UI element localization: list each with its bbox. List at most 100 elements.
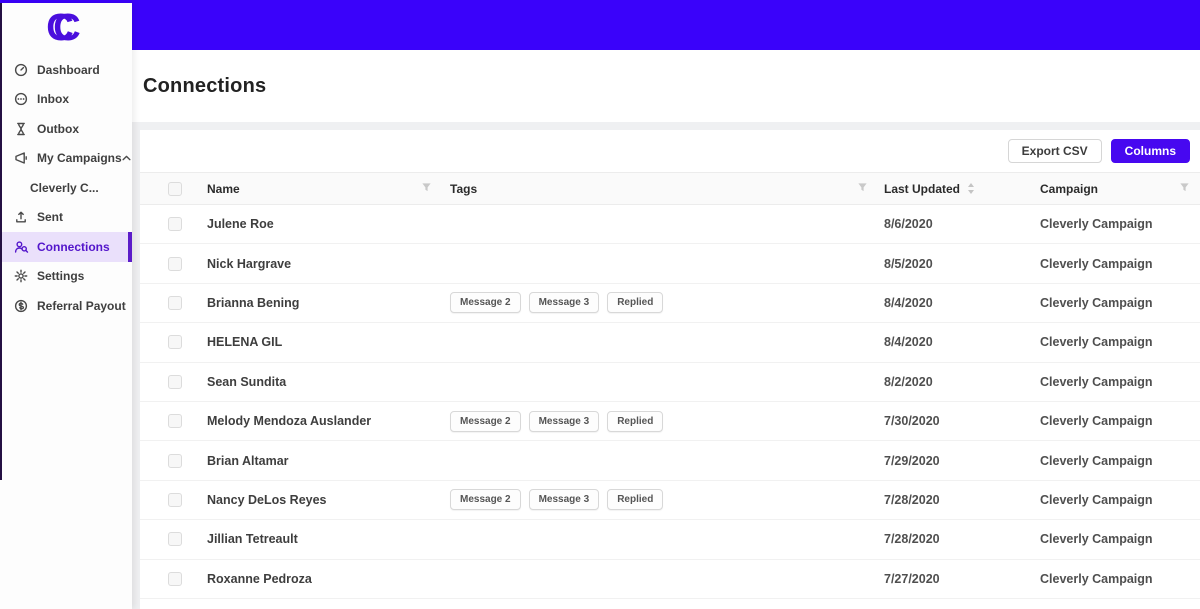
campaign-value: Cleverly Campaign	[1040, 257, 1153, 271]
sidebar-item-label: Cleverly C...	[30, 181, 99, 195]
sidebar-item-label: Sent	[37, 210, 63, 224]
filter-icon[interactable]	[1179, 180, 1190, 198]
last-updated-value: 7/28/2020	[884, 532, 940, 546]
last-updated-value: 7/27/2020	[884, 572, 940, 586]
sort-icon[interactable]	[967, 183, 975, 194]
table-row[interactable]: Brianna Bening Message 2Message 3Replied…	[140, 284, 1200, 323]
filter-icon[interactable]	[421, 180, 432, 198]
table-row[interactable]: HELENA GIL 8/4/2020 Cleverly Campaign	[140, 323, 1200, 362]
sidebar-item-my-campaigns[interactable]: My Campaigns	[0, 144, 132, 174]
row-checkbox[interactable]	[168, 375, 182, 389]
connection-name: Melody Mendoza Auslander	[207, 414, 371, 428]
sidebar-item-sent[interactable]: Sent	[0, 203, 132, 233]
inbox-icon	[13, 92, 29, 107]
page-header: Connections	[132, 50, 1200, 122]
row-checkbox[interactable]	[168, 493, 182, 507]
campaign-value: Cleverly Campaign	[1040, 296, 1153, 310]
sidebar-item-settings[interactable]: Settings	[0, 262, 132, 292]
column-header-campaign[interactable]: Campaign	[1040, 182, 1098, 196]
select-all-checkbox[interactable]	[168, 182, 182, 196]
tag-pill: Message 3	[529, 292, 600, 313]
sidebar-item-label: Settings	[37, 269, 84, 283]
user-search-icon	[13, 239, 29, 254]
table-row[interactable]: Nancy DeLos Reyes Message 2Message 3Repl…	[140, 481, 1200, 520]
sent-icon	[13, 210, 29, 225]
row-checkbox[interactable]	[168, 454, 182, 468]
table-row[interactable]: Melody Mendoza Auslander Message 2Messag…	[140, 402, 1200, 441]
column-header-name[interactable]: Name	[207, 182, 240, 196]
connection-name: Nancy DeLos Reyes	[207, 493, 327, 507]
connection-name: Roxanne Pedroza	[207, 572, 312, 586]
row-checkbox[interactable]	[168, 572, 182, 586]
connection-name: Julene Roe	[207, 217, 274, 231]
campaign-value: Cleverly Campaign	[1040, 532, 1153, 546]
gear-icon	[13, 269, 29, 284]
hourglass-icon	[13, 121, 29, 136]
row-checkbox[interactable]	[168, 335, 182, 349]
sidebar-item-campaign-cleverly[interactable]: Cleverly C...	[0, 173, 132, 203]
table-row[interactable]: Nick Hargrave 8/5/2020 Cleverly Campaign	[140, 244, 1200, 283]
table-row[interactable]: Brian Altamar 7/29/2020 Cleverly Campaig…	[140, 441, 1200, 480]
connection-name: Brian Altamar	[207, 454, 289, 468]
sidebar-item-outbox[interactable]: Outbox	[0, 114, 132, 144]
row-checkbox[interactable]	[168, 257, 182, 271]
sidebar-item-inbox[interactable]: Inbox	[0, 85, 132, 115]
sidebar-item-label: Dashboard	[37, 63, 100, 77]
row-checkbox[interactable]	[168, 414, 182, 428]
last-updated-value: 8/6/2020	[884, 217, 933, 231]
tags-cell: Message 2Message 3Replied	[450, 411, 663, 432]
campaign-value: Cleverly Campaign	[1040, 454, 1153, 468]
columns-button[interactable]: Columns	[1111, 139, 1190, 163]
chevron-up-icon[interactable]	[122, 155, 131, 161]
megaphone-icon	[13, 151, 29, 166]
row-checkbox[interactable]	[168, 532, 182, 546]
sidebar-nav: Dashboard Inbox Outbox My Campaigns Cleverly…	[0, 53, 132, 321]
tags-cell: Message 2Message 3Replied	[450, 292, 663, 313]
sidebar: CC Dashboard Inbox Outbox My Campaigns Cleve…	[0, 3, 132, 609]
campaign-value: Cleverly Campaign	[1040, 414, 1153, 428]
connection-name: Nick Hargrave	[207, 257, 291, 271]
connection-name: Brianna Bening	[207, 296, 299, 310]
sidebar-item-label: Referral Payout	[37, 299, 126, 313]
connection-name: HELENA GIL	[207, 335, 282, 349]
dollar-icon	[13, 298, 29, 313]
connections-card: Export CSV Columns Name Tags	[140, 130, 1200, 609]
sidebar-item-label: Inbox	[37, 92, 69, 106]
app-root: CC Dashboard Inbox Outbox My Campaigns Cleve…	[0, 0, 1200, 609]
table-row[interactable]: Jillian Tetreault 7/28/2020 Cleverly Cam…	[140, 520, 1200, 559]
column-header-tags[interactable]: Tags	[450, 182, 477, 196]
last-updated-value: 7/28/2020	[884, 493, 940, 507]
connection-name: Sean Sundita	[207, 375, 286, 389]
sidebar-item-label: Outbox	[37, 122, 79, 136]
sidebar-item-label: Connections	[37, 240, 110, 254]
last-updated-value: 8/2/2020	[884, 375, 933, 389]
top-navbar	[0, 0, 1200, 50]
tag-pill: Message 3	[529, 411, 600, 432]
sidebar-item-referral-payout[interactable]: Referral Payout	[0, 291, 132, 321]
tag-pill: Message 2	[450, 489, 521, 510]
row-checkbox[interactable]	[168, 217, 182, 231]
tag-pill: Replied	[607, 411, 663, 432]
table-toolbar: Export CSV Columns	[140, 130, 1200, 172]
last-updated-value: 8/5/2020	[884, 257, 933, 271]
column-header-last-updated[interactable]: Last Updated	[884, 182, 960, 196]
sidebar-item-label: My Campaigns	[37, 151, 122, 165]
table-row[interactable]: Sean Sundita 8/2/2020 Cleverly Campaign	[140, 363, 1200, 402]
sidebar-item-dashboard[interactable]: Dashboard	[0, 55, 132, 85]
table-header: Name Tags Last Updated	[140, 172, 1200, 205]
table-row[interactable]: Julene Roe 8/6/2020 Cleverly Campaign	[140, 205, 1200, 244]
tag-pill: Message 3	[529, 489, 600, 510]
cleverly-logo[interactable]: CC	[0, 3, 132, 53]
table-body: Julene Roe 8/6/2020 Cleverly Campaign Ni…	[140, 205, 1200, 599]
dashboard-icon	[13, 62, 29, 77]
row-checkbox[interactable]	[168, 296, 182, 310]
filter-icon[interactable]	[857, 180, 868, 198]
sidebar-item-connections[interactable]: Connections	[0, 232, 132, 262]
table-row[interactable]: Roxanne Pedroza 7/27/2020 Cleverly Campa…	[140, 560, 1200, 599]
campaign-value: Cleverly Campaign	[1040, 572, 1153, 586]
campaign-value: Cleverly Campaign	[1040, 217, 1153, 231]
export-csv-button[interactable]: Export CSV	[1008, 139, 1102, 163]
campaign-value: Cleverly Campaign	[1040, 493, 1153, 507]
main-content: Connections Export CSV Columns Name Tags	[132, 50, 1200, 609]
window-edge	[0, 3, 2, 480]
